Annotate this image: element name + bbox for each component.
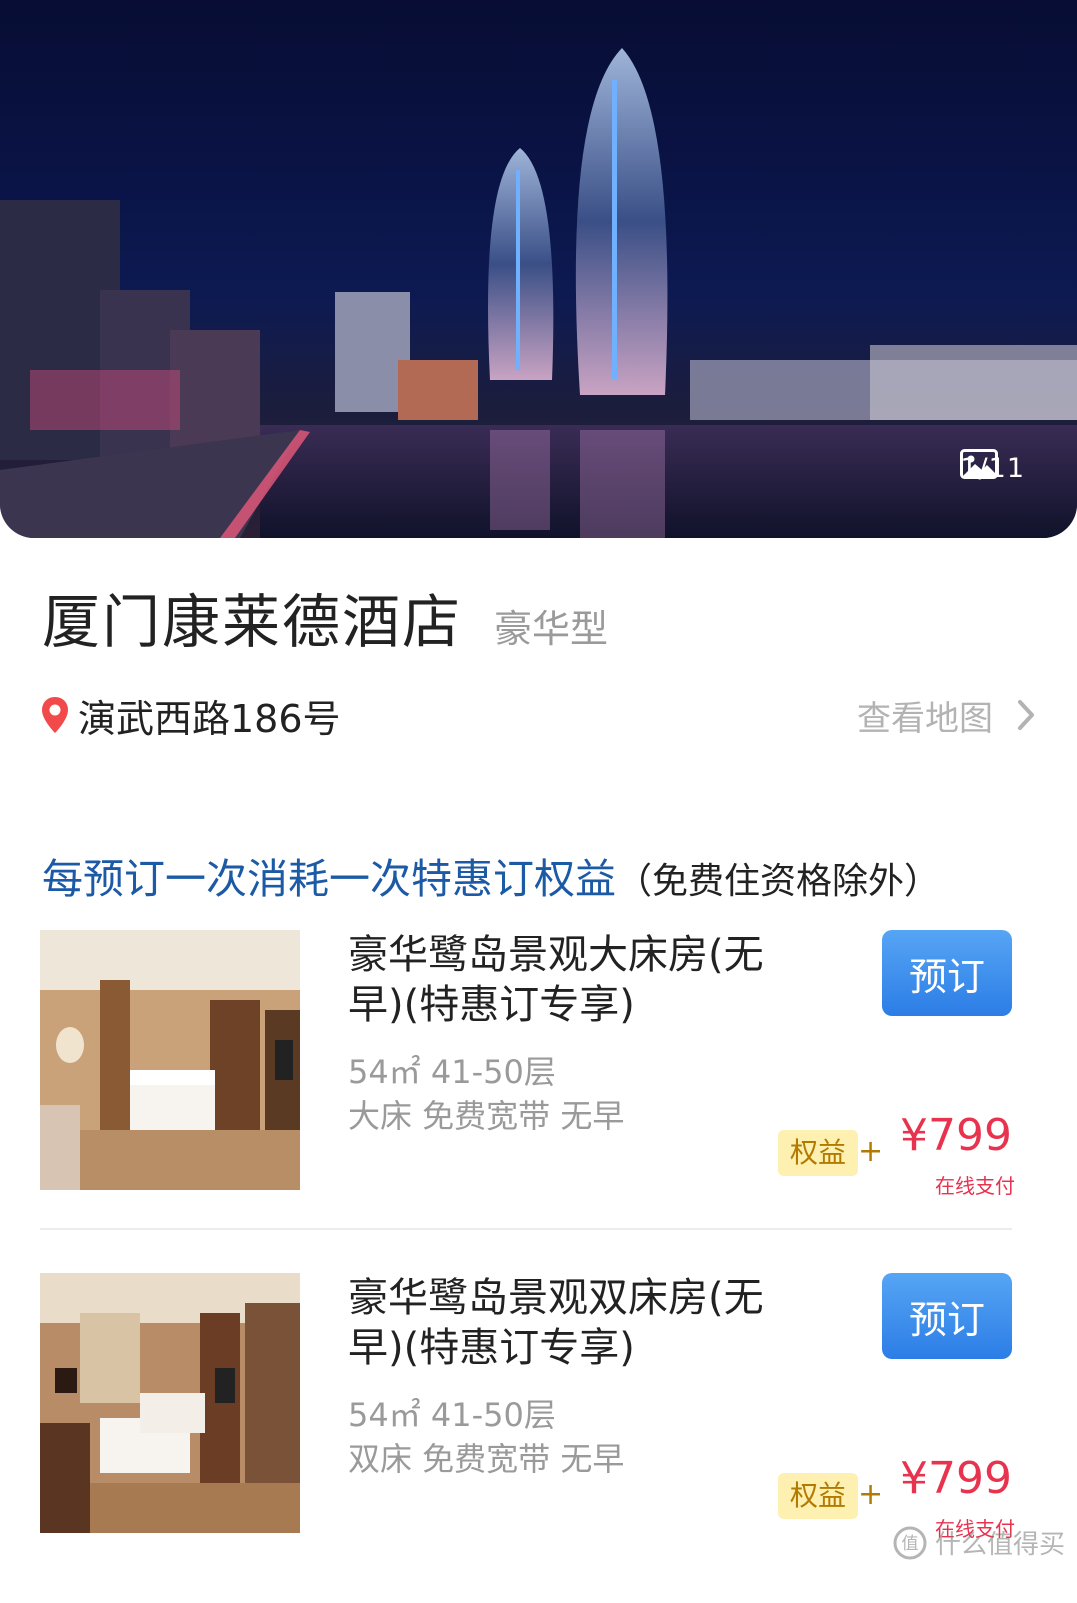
room-details: 54㎡ 41-50层 双床 免费宽带 无早 bbox=[348, 1393, 624, 1481]
address: 演武西路186号 bbox=[40, 688, 341, 743]
address-row: 演武西路186号 查看地图 bbox=[40, 688, 1037, 743]
twin-room-photo bbox=[40, 1273, 300, 1533]
view-map-link[interactable]: 查看地图 bbox=[857, 691, 1037, 740]
smzdm-logo-icon: 值 bbox=[893, 1526, 927, 1559]
hotel-title-row: 厦门康莱德酒店 豪华型 bbox=[42, 575, 608, 659]
room-divider bbox=[40, 1228, 1012, 1230]
svg-text:值: 值 bbox=[901, 1534, 918, 1554]
room-price: ¥799 bbox=[900, 1110, 1012, 1161]
room-features: 双床 免费宽带 无早 bbox=[348, 1440, 625, 1478]
address-text: 演武西路186号 bbox=[78, 696, 341, 741]
king-room-photo bbox=[40, 930, 300, 1190]
room-area-floor: 54㎡ 41-50层 bbox=[348, 1053, 556, 1091]
hero-night-skyline-image bbox=[0, 48, 1077, 538]
room-card[interactable]: 豪华鹭岛景观大床房(无早)(特惠订专享) 54㎡ 41-50层 大床 免费宽带 … bbox=[40, 930, 1037, 1198]
watermark-text: 什么值得买 bbox=[934, 1530, 1065, 1560]
perk-badge: 权益 bbox=[778, 1130, 859, 1176]
gallery-icon bbox=[960, 449, 999, 479]
watermark: 值 什么值得买 bbox=[893, 1524, 1065, 1561]
hotel-name: 厦门康莱德酒店 bbox=[42, 588, 463, 656]
room-price: ¥799 bbox=[900, 1453, 1012, 1504]
notice-sub: （免费住资格除外） bbox=[616, 861, 941, 902]
perk-badge: 权益 bbox=[778, 1473, 859, 1519]
perk-plus: + bbox=[858, 1134, 884, 1169]
location-pin-icon bbox=[42, 697, 68, 733]
photo-counter[interactable]: 1/11 bbox=[960, 449, 1025, 487]
book-button[interactable]: 预订 bbox=[882, 1273, 1012, 1359]
room-features: 大床 免费宽带 无早 bbox=[348, 1097, 625, 1135]
book-button[interactable]: 预订 bbox=[882, 930, 1012, 1016]
room-photo[interactable] bbox=[40, 930, 300, 1190]
room-photo[interactable] bbox=[40, 1273, 300, 1533]
room-details: 54㎡ 41-50层 大床 免费宽带 无早 bbox=[348, 1050, 624, 1138]
room-name[interactable]: 豪华鹭岛景观双床房(无早)(特惠订专享) bbox=[348, 1273, 793, 1373]
room-card[interactable]: 豪华鹭岛景观双床房(无早)(特惠订专享) 54㎡ 41-50层 双床 免费宽带 … bbox=[40, 1273, 1037, 1541]
hotel-hero-photo[interactable]: 1/11 bbox=[0, 0, 1077, 538]
room-name[interactable]: 豪华鹭岛景观大床房(无早)(特惠订专享) bbox=[348, 930, 793, 1030]
room-area-floor: 54㎡ 41-50层 bbox=[348, 1396, 556, 1434]
chevron-right-icon bbox=[1018, 700, 1034, 730]
view-map-label: 查看地图 bbox=[857, 698, 993, 739]
payment-note: 在线支付 bbox=[935, 1174, 1015, 1198]
hotel-type: 豪华型 bbox=[494, 607, 609, 651]
booking-notice: 每预订一次消耗一次特惠订权益（免费住资格除外） bbox=[42, 845, 1042, 905]
notice-main: 每预订一次消耗一次特惠订权益 bbox=[42, 855, 616, 903]
perk-plus: + bbox=[858, 1477, 884, 1512]
